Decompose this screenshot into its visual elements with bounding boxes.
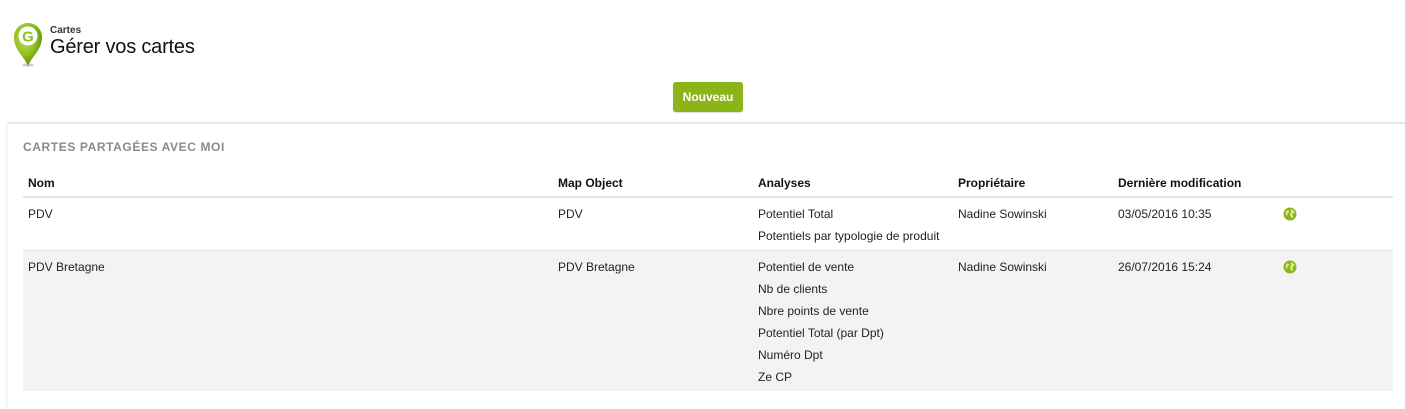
page-header: G Cartes Gérer vos cartes <box>12 22 195 70</box>
row-last-modified: 26/07/2016 15:24 <box>1118 260 1212 274</box>
globe-icon[interactable] <box>1283 207 1297 221</box>
analysis-item: Nbre points de vente <box>758 304 869 318</box>
table-row[interactable]: PDV Bretagne PDV Bretagne Potentiel de v… <box>23 251 1393 391</box>
analysis-item: Potentiels par typologie de produit <box>758 229 940 243</box>
row-name[interactable]: PDV Bretagne <box>28 260 105 274</box>
row-name[interactable]: PDV <box>28 207 53 221</box>
analysis-item: Potentiel Total (par Dpt) <box>758 326 884 340</box>
app-logo-icon: G <box>12 22 44 68</box>
shared-maps-table: Nom Map Object Analyses Propriétaire Der… <box>23 172 1393 391</box>
row-map-object: PDV Bretagne <box>558 260 635 274</box>
page-title: Gérer vos cartes <box>50 36 195 58</box>
page: G Cartes Gérer vos cartes Nouveau CARTES… <box>0 0 1405 409</box>
row-analyses-list: Potentiel de vente Nb de clients Nbre po… <box>758 260 884 392</box>
column-header-map-object[interactable]: Map Object <box>558 176 623 190</box>
column-header-name[interactable]: Nom <box>28 176 55 190</box>
analysis-item: Numéro Dpt <box>758 348 823 362</box>
new-button[interactable]: Nouveau <box>673 82 743 112</box>
row-map-object: PDV <box>558 207 583 221</box>
table-row[interactable]: PDV PDV Potentiel Total Potentiels par t… <box>23 198 1393 251</box>
analysis-item: Ze CP <box>758 370 793 384</box>
section-title: CARTES PARTAGÉES AVEC MOI <box>23 140 225 154</box>
analysis-item: Potentiel Total <box>758 207 834 221</box>
row-analyses-list: Potentiel Total Potentiels par typologie… <box>758 207 939 251</box>
column-header-last-modified[interactable]: Dernière modification <box>1118 176 1241 190</box>
column-header-owner[interactable]: Propriétaire <box>958 176 1025 190</box>
row-owner: Nadine Sowinski <box>958 207 1047 221</box>
shared-maps-panel: CARTES PARTAGÉES AVEC MOI Nom Map Object… <box>8 122 1405 409</box>
header-titles: Cartes Gérer vos cartes <box>50 25 195 58</box>
row-owner: Nadine Sowinski <box>958 260 1047 274</box>
row-last-modified: 03/05/2016 10:35 <box>1118 207 1212 221</box>
breadcrumb[interactable]: Cartes <box>50 25 195 36</box>
svg-text:G: G <box>22 29 34 46</box>
analysis-item: Potentiel de vente <box>758 260 855 274</box>
table-header: Nom Map Object Analyses Propriétaire Der… <box>23 172 1393 198</box>
analysis-item: Nb de clients <box>758 282 828 296</box>
column-header-analyses[interactable]: Analyses <box>758 176 811 190</box>
globe-icon[interactable] <box>1283 260 1297 274</box>
